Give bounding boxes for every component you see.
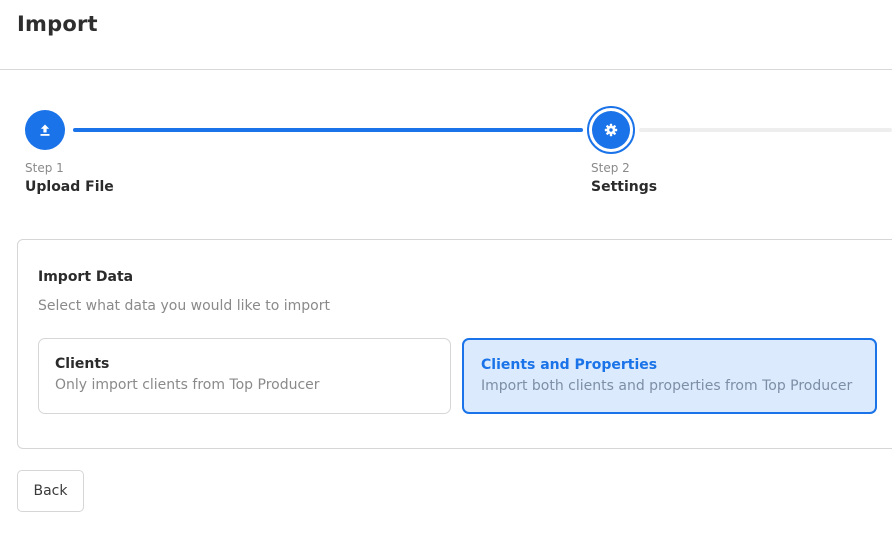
page-title: Import (17, 12, 98, 36)
import-page: Import Step 1 Upload File Step 2 Setting… (0, 0, 892, 544)
option-clients-and-properties-title: Clients and Properties (481, 357, 658, 373)
step-2-label: Settings (591, 179, 658, 195)
option-clients-and-properties-description: Import both clients and properties from … (481, 378, 853, 394)
step-1-caption: Step 1 (25, 161, 64, 175)
import-data-card: Import Data Select what data you would l… (17, 239, 892, 449)
option-clients-description: Only import clients from Top Producer (55, 377, 320, 393)
step-2-indicator-inner (592, 111, 630, 149)
step-2-caption: Step 2 (591, 161, 630, 175)
step-1-label: Upload File (25, 179, 114, 195)
import-data-title: Import Data (38, 269, 134, 285)
page-header: Import (0, 0, 892, 70)
import-stepper: Step 1 Upload File Step 2 Settings (0, 100, 892, 210)
option-clients[interactable]: Clients Only import clients from Top Pro… (38, 338, 451, 414)
option-clients-and-properties[interactable]: Clients and Properties Import both clien… (462, 338, 877, 414)
stepper-remaining-line (639, 128, 892, 132)
option-clients-title: Clients (55, 356, 110, 372)
upload-icon (40, 124, 50, 136)
gear-icon (604, 123, 618, 137)
import-data-subtitle: Select what data you would like to impor… (38, 298, 330, 314)
stepper-progress-line (73, 128, 583, 132)
back-button[interactable]: Back (17, 470, 84, 512)
step-2-indicator[interactable] (587, 106, 635, 154)
step-1-indicator[interactable] (25, 110, 65, 150)
